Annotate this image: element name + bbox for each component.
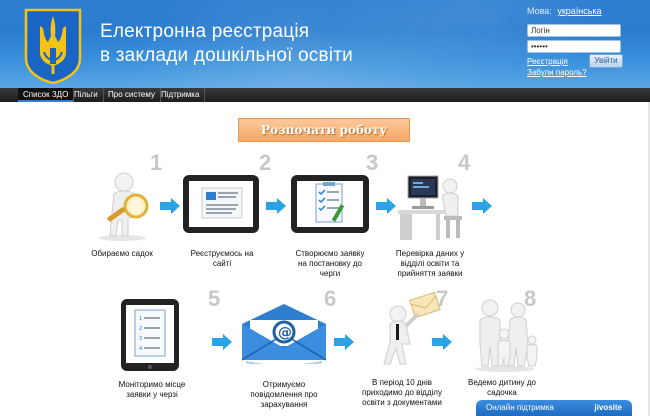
chat-label: Онлайн підтримка <box>486 403 554 412</box>
nav-item-kindergartens[interactable]: Список ЗДО <box>18 88 75 102</box>
step-caption-2: Реєструємось на сайті <box>190 249 254 268</box>
tablet-list-icon: 1 2 3 4 <box>121 299 179 371</box>
family-icon <box>475 299 538 372</box>
step-caption-5: Моніторимо місце заявки у черзі <box>118 380 186 399</box>
chat-brand: jivosite <box>594 403 622 412</box>
language-label: Мова: <box>527 6 552 16</box>
step-caption-6: Отримуємо повідомлення про зарахування <box>250 380 318 409</box>
register-link[interactable]: Реєстрація <box>527 57 568 66</box>
magnifier-person-icon <box>98 172 149 241</box>
nav-item-benefits[interactable]: Пільги <box>69 88 104 102</box>
tablet-registration-icon <box>183 175 259 233</box>
person-with-letter-icon <box>383 292 441 365</box>
step-number-2: 2 <box>259 150 272 175</box>
nav-item-support[interactable]: Підтримка <box>156 88 206 102</box>
site-title-line1: Електронна реєстрація <box>100 21 310 42</box>
password-field[interactable]: •••••• <box>527 40 621 53</box>
arrow-right-icon <box>212 334 232 350</box>
arrow-right-icon <box>266 198 286 214</box>
email-envelope-icon: @ <box>241 304 327 364</box>
trident-coat-of-arms-icon[interactable] <box>24 8 82 84</box>
arrow-right-icon <box>160 198 180 214</box>
site-title: Електронна реєстрація в заклади дошкільн… <box>100 20 353 68</box>
nav-item-about[interactable]: Про систему <box>103 88 161 102</box>
arrow-right-icon <box>472 198 492 214</box>
tablet-checklist-icon <box>291 175 369 233</box>
step-number-5: 5 <box>208 286 221 311</box>
step-caption-4: Перевірка даних у відділі освіти та прий… <box>395 249 465 278</box>
svg-text:3: 3 <box>139 336 142 342</box>
step-caption-1: Обираємо садок <box>91 249 153 258</box>
svg-text:1: 1 <box>139 316 142 322</box>
start-work-button[interactable]: Розпочати роботу <box>238 118 410 142</box>
svg-text:4: 4 <box>139 346 142 352</box>
login-field[interactable]: Логін <box>527 24 621 37</box>
arrow-right-icon <box>432 334 452 350</box>
step-caption-8: Ведемо дитину до садочка <box>468 378 536 397</box>
arrow-right-icon <box>334 334 354 350</box>
step-caption-3: Створюємо заявку на постановку до черги <box>295 249 365 278</box>
online-support-chat[interactable]: Онлайн підтримка jivosite <box>476 400 632 416</box>
login-button[interactable]: Увійти <box>589 54 623 68</box>
language-select-link[interactable]: українська <box>557 6 601 16</box>
site-title-line2: в заклади дошкільної освіти <box>100 45 353 66</box>
site-header: Електронна реєстрація в заклади дошкільн… <box>0 0 650 88</box>
svg-text:2: 2 <box>139 326 142 332</box>
main-nav: Список ЗДО Пільги Про систему Підтримка <box>0 88 650 102</box>
language-row: Мова: українська <box>527 6 602 16</box>
computer-desk-icon <box>398 175 462 240</box>
step-caption-7: В період 10 днів приходимо до відділу ос… <box>362 378 442 407</box>
forgot-password-link[interactable]: Забули пароль? <box>527 68 587 77</box>
step-number-3: 3 <box>366 150 379 175</box>
